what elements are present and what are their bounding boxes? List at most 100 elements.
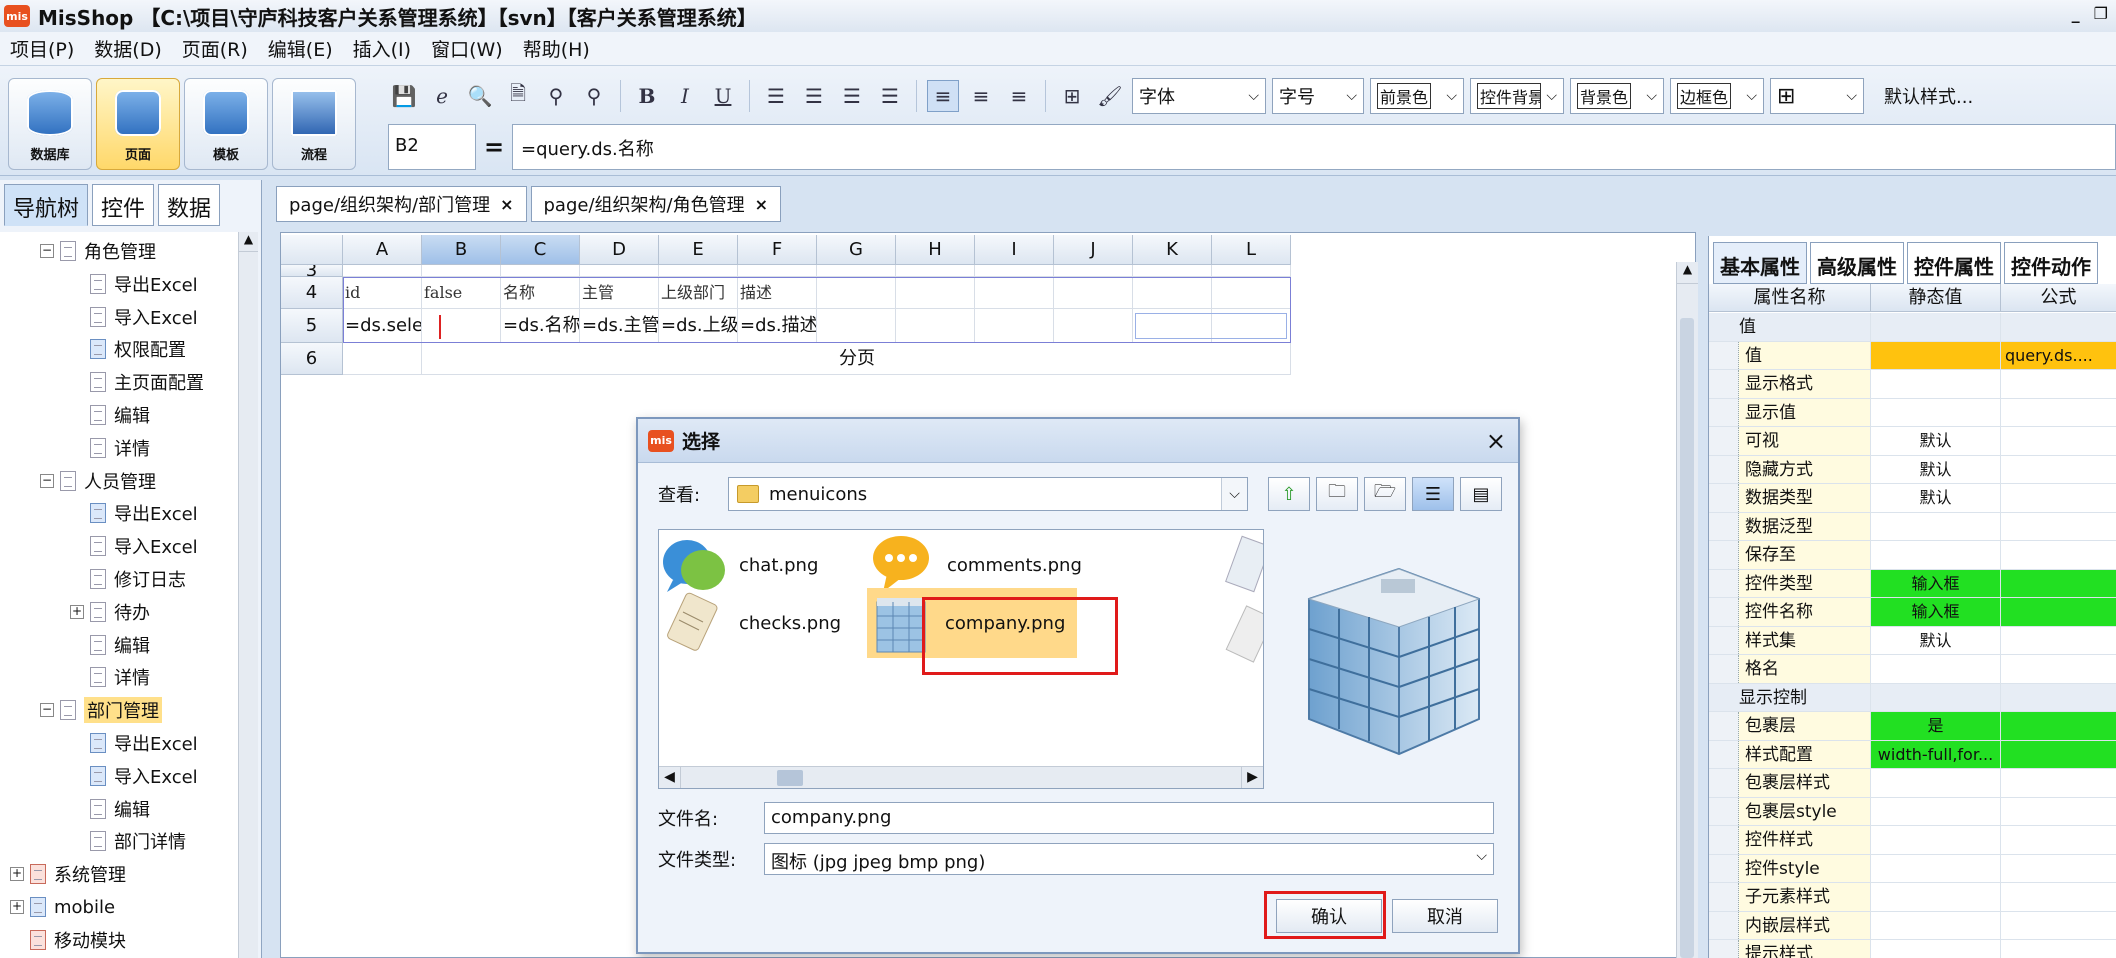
prop-static-value[interactable]	[1871, 512, 2001, 540]
prop-static-value[interactable]: 默认	[1871, 427, 2001, 455]
sheet-cell[interactable]	[422, 265, 501, 277]
preview-icon[interactable]: 🔍	[464, 80, 496, 112]
prop-static-value[interactable]	[1871, 883, 2001, 911]
prop-static-value[interactable]	[1871, 797, 2001, 825]
tree-item[interactable]: 导入Excel	[70, 302, 198, 332]
formula-input[interactable]: =query.ds.名称	[512, 124, 2116, 170]
tree-item[interactable]: 部门详情	[70, 826, 186, 856]
prop-static-value[interactable]: 默认	[1871, 626, 2001, 654]
menu-edit[interactable]: 编辑(E)	[258, 35, 343, 62]
prop-row[interactable]: 样式集 默认	[1709, 626, 2116, 655]
prop-group[interactable]: −显示控制	[1709, 683, 2116, 712]
tab-dept-management[interactable]: page/组织架构/部门管理 ×	[276, 186, 527, 222]
prop-formula[interactable]	[2001, 456, 2116, 484]
sheet-cell[interactable]: false	[422, 277, 501, 309]
chevron-down-icon[interactable]: ⌵	[1221, 478, 1247, 510]
sheet-scrollbar[interactable]: ▲	[1676, 262, 1698, 958]
prop-formula[interactable]	[2001, 313, 2116, 341]
italic-icon[interactable]: I	[669, 80, 701, 112]
collapse-icon[interactable]: −	[40, 473, 54, 488]
prop-formula[interactable]	[2001, 484, 2116, 512]
database-button[interactable]: 数据库	[8, 78, 92, 170]
prop-row[interactable]: 显示值	[1709, 398, 2116, 427]
sheet-cell[interactable]	[1212, 277, 1291, 309]
prop-static-value[interactable]	[1871, 655, 2001, 683]
left-splitter[interactable]	[262, 180, 270, 958]
column-header[interactable]: F	[738, 235, 817, 265]
collapse-icon[interactable]: −	[40, 244, 54, 258]
sheet-cell[interactable]	[896, 265, 975, 277]
prop-row[interactable]: 样式配置 width-full,for...	[1709, 740, 2116, 769]
sheet-cell[interactable]	[1133, 309, 1212, 343]
sheet-cell[interactable]	[1212, 265, 1291, 277]
tree-item[interactable]: − 角色管理	[40, 236, 156, 266]
sheet-cell[interactable]: 上级部门	[659, 277, 738, 309]
sheet-cell[interactable]	[659, 265, 738, 277]
prop-formula[interactable]	[2001, 769, 2116, 797]
row-header[interactable]: 4	[281, 277, 343, 309]
tree-item[interactable]: 导出Excel	[70, 728, 198, 758]
foreground-color-select[interactable]: 前景色 ⌵	[1370, 78, 1464, 114]
save-icon[interactable]: 💾	[388, 80, 420, 112]
menu-page[interactable]: 页面(R)	[172, 35, 258, 62]
prop-row[interactable]: 内嵌层样式	[1709, 911, 2116, 940]
sheet-cell[interactable]	[501, 265, 580, 277]
sheet-cell[interactable]	[1133, 265, 1212, 277]
cell-reference-field[interactable]: B2	[388, 124, 476, 170]
tree-item[interactable]: 编辑	[70, 400, 150, 430]
prop-formula[interactable]	[2001, 627, 2116, 655]
prop-formula[interactable]	[2001, 569, 2116, 597]
prop-formula[interactable]	[2001, 598, 2116, 626]
new-folder-button[interactable]: 🗁	[1364, 477, 1406, 511]
sheet-cell[interactable]	[817, 277, 896, 309]
align-center-icon[interactable]: ☰	[798, 80, 830, 112]
tree-item[interactable]: 权限配置	[70, 334, 186, 364]
close-tab-icon[interactable]: ×	[755, 195, 768, 214]
close-tab-icon[interactable]: ×	[500, 195, 513, 214]
prop-static-value[interactable]	[1871, 854, 2001, 882]
border-style-select[interactable]: ⊞ ⌵	[1770, 78, 1864, 114]
tree-item[interactable]: 主页面配置	[70, 367, 204, 397]
sheet-cell[interactable]	[1212, 309, 1291, 343]
pagination-cell[interactable]: 分页	[422, 343, 1291, 375]
tree-item[interactable]: + mobile	[10, 892, 115, 922]
background-color-select[interactable]: 背景色 ⌵	[1570, 78, 1664, 114]
menu-help[interactable]: 帮助(H)	[513, 35, 600, 62]
align-left-icon[interactable]: ☰	[760, 80, 792, 112]
prop-formula[interactable]	[2001, 655, 2116, 683]
sheet-cell[interactable]: =ds.主管	[580, 309, 659, 343]
restore-button[interactable]: ❐	[2094, 4, 2108, 23]
sheet-cell[interactable]	[975, 277, 1054, 309]
lookin-combo[interactable]: menuicons ⌵	[728, 477, 1248, 511]
dialog-close-button[interactable]: ×	[1486, 427, 1506, 455]
sheet-cell[interactable]	[738, 265, 817, 277]
chevron-down-icon[interactable]: ⌵	[1476, 848, 1487, 864]
control-background-select[interactable]: 控件背景 ⌵	[1470, 78, 1564, 114]
sheet-cell[interactable]	[343, 265, 422, 277]
merge-cells-icon[interactable]: ⊞	[1056, 80, 1088, 112]
sheet-cell[interactable]	[1133, 277, 1212, 309]
prop-static-value[interactable]	[1871, 541, 2001, 569]
sheet-cell[interactable]	[580, 265, 659, 277]
justify-icon[interactable]: ☰	[874, 80, 906, 112]
prop-formula[interactable]	[2001, 798, 2116, 826]
replace-icon[interactable]: ⚲	[578, 80, 610, 112]
align-right-icon[interactable]: ☰	[836, 80, 868, 112]
column-header[interactable]: B	[422, 235, 501, 265]
prop-static-value[interactable]: width-full,for...	[1871, 740, 2001, 768]
tree-item[interactable]: + 待办	[70, 597, 150, 627]
tab-control-props[interactable]: 控件属性	[1907, 242, 2001, 284]
prop-static-value[interactable]	[1871, 683, 2001, 711]
column-header[interactable]: A	[343, 235, 422, 265]
sheet-cell[interactable]	[1054, 277, 1133, 309]
prop-static-value[interactable]	[1871, 826, 2001, 854]
sheet-cell[interactable]: =ds.名称	[501, 309, 580, 343]
details-view-button[interactable]: ▤	[1460, 477, 1502, 511]
valign-top-icon[interactable]: ≡	[927, 80, 959, 112]
column-header[interactable]: E	[659, 235, 738, 265]
tab-controls[interactable]: 控件	[92, 184, 155, 226]
prop-formula[interactable]	[2001, 855, 2116, 883]
prop-row[interactable]: 控件样式	[1709, 826, 2116, 855]
sheet-cell[interactable]: 描述	[738, 277, 817, 309]
prop-formula[interactable]	[2001, 399, 2116, 427]
